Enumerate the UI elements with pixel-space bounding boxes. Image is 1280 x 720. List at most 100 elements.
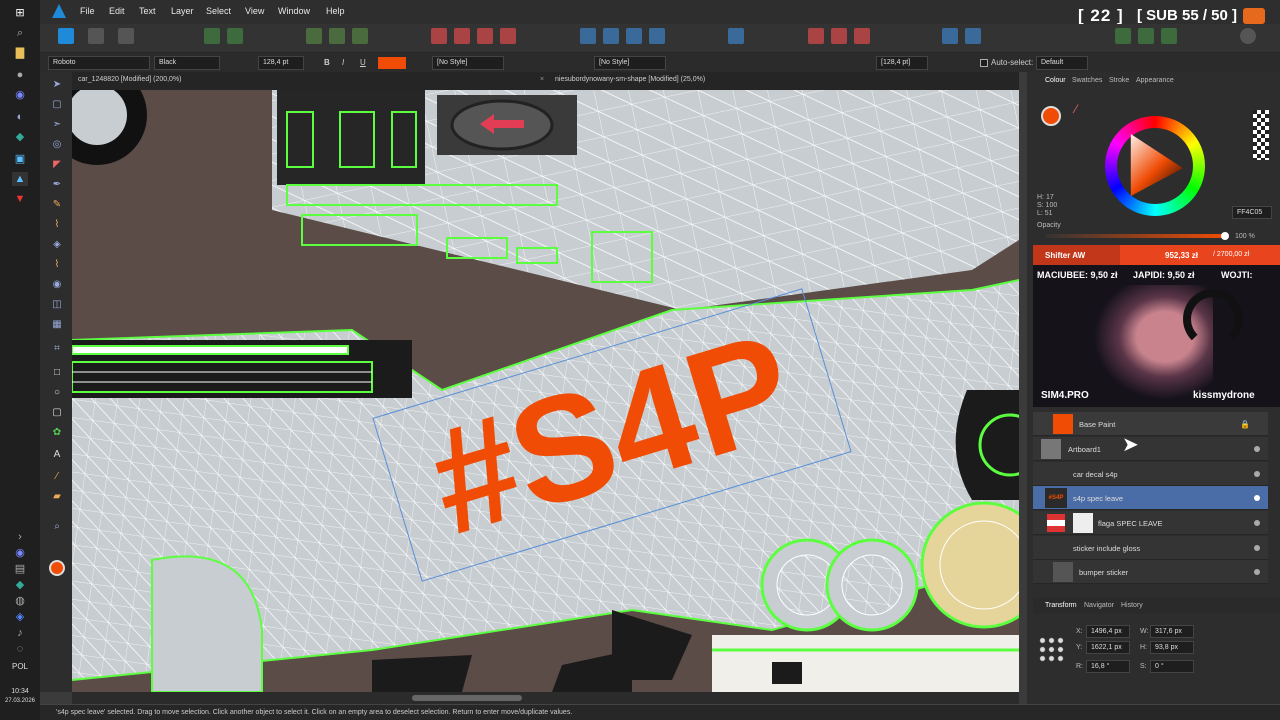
horizontal-scrollbar[interactable]: [72, 692, 1019, 704]
transform-icon[interactable]: [306, 28, 322, 44]
file-explorer-icon[interactable]: ▇: [12, 46, 28, 60]
insert-inside-icon[interactable]: [942, 28, 958, 44]
contour-tool-icon[interactable]: ◎: [50, 138, 64, 152]
tray-discord-icon[interactable]: ◉: [12, 546, 28, 560]
tray-icon[interactable]: ◆: [12, 578, 28, 592]
rectangle-tool-icon[interactable]: □: [50, 366, 64, 380]
boolean-add-icon[interactable]: [808, 28, 824, 44]
menu-file[interactable]: File: [80, 6, 95, 16]
boolean-subtract-icon[interactable]: [831, 28, 847, 44]
eyedropper-icon[interactable]: ⁄: [1075, 102, 1077, 116]
arrange-backward-icon[interactable]: [454, 28, 470, 44]
ellipse-tool-icon[interactable]: ○: [50, 386, 64, 400]
affinity-designer-icon[interactable]: ▲: [12, 172, 28, 186]
colour-wheel[interactable]: [1105, 116, 1205, 216]
font-style-select[interactable]: Black: [154, 56, 220, 70]
rounded-rectangle-tool-icon[interactable]: ▢: [50, 406, 64, 420]
rotate-left-icon[interactable]: [626, 28, 642, 44]
windows-start-icon[interactable]: ⊞: [12, 6, 28, 20]
tray-chevron-icon[interactable]: ›: [12, 530, 28, 544]
boolean-intersect-icon[interactable]: [854, 28, 870, 44]
fill-color-swatch[interactable]: [49, 560, 65, 576]
tab-car-document[interactable]: car_1248820 [Modified] (200,0%): [78, 76, 182, 83]
zoom-tool-icon[interactable]: ⌕: [50, 520, 64, 534]
font-size-field[interactable]: 128,4 pt: [258, 56, 304, 70]
opacity-slider-handle[interactable]: [1221, 232, 1229, 240]
visibility-dot[interactable]: [1254, 569, 1260, 575]
app-icon[interactable]: ◆: [12, 130, 28, 144]
design-canvas[interactable]: #S4P: [72, 90, 1019, 692]
crop-tool-icon[interactable]: ⌗: [50, 342, 64, 356]
app-icon[interactable]: ▣: [12, 152, 28, 166]
visibility-dot[interactable]: [1254, 495, 1260, 501]
tab-swatches[interactable]: Swatches: [1072, 77, 1102, 84]
width-field[interactable]: 317,6 px: [1150, 625, 1194, 638]
app-icon[interactable]: ●: [12, 68, 28, 82]
hex-field[interactable]: FF4C05: [1232, 206, 1272, 219]
transparency-tool-icon[interactable]: ◉: [50, 278, 64, 292]
app-icon[interactable]: ▼: [12, 192, 28, 206]
pencil-tool-icon[interactable]: ✎: [50, 198, 64, 212]
paint-brush-tool-icon[interactable]: ⌇: [50, 258, 64, 272]
visibility-dot[interactable]: [1254, 471, 1260, 477]
discord-icon[interactable]: ◉: [12, 88, 28, 102]
shape-tool-icon[interactable]: ✿: [50, 426, 64, 440]
tray-icon[interactable]: ▤: [12, 562, 28, 576]
insert-behind-icon[interactable]: [965, 28, 981, 44]
slice-tool-icon[interactable]: ▰: [50, 490, 64, 504]
account-icon[interactable]: [1240, 28, 1256, 44]
align-left-icon[interactable]: [728, 28, 744, 44]
menu-select[interactable]: Select: [206, 6, 231, 16]
arrange-forward-icon[interactable]: [477, 28, 493, 44]
vector-brush-tool-icon[interactable]: ⌇: [50, 218, 64, 232]
app-icon[interactable]: ◐: [12, 110, 28, 124]
visibility-dot[interactable]: [1254, 545, 1260, 551]
tab-close-icon[interactable]: ×: [540, 76, 544, 83]
visibility-dot[interactable]: [1254, 520, 1260, 526]
bold-button[interactable]: B: [324, 58, 330, 67]
character-style-select[interactable]: [No Style]: [432, 56, 504, 70]
menu-text[interactable]: Text: [139, 6, 156, 16]
arrange-back-icon[interactable]: [431, 28, 447, 44]
rotation-field[interactable]: 16,8 °: [1086, 660, 1130, 673]
place-image-icon[interactable]: ▦: [50, 318, 64, 332]
y-position-field[interactable]: 1622,1 px: [1086, 641, 1130, 654]
menu-edit[interactable]: Edit: [109, 6, 125, 16]
clock-time[interactable]: 10:34: [0, 688, 40, 695]
tray-icon[interactable]: ◍: [12, 594, 28, 608]
assistant-icon[interactable]: [1115, 28, 1131, 44]
layer-row-selected[interactable]: #S4P s4p spec leave: [1033, 486, 1268, 510]
tab-history[interactable]: History: [1121, 602, 1143, 609]
tab-transform[interactable]: Transform: [1045, 602, 1077, 609]
network-icon[interactable]: ◌: [12, 642, 28, 656]
tab-navigator[interactable]: Navigator: [1084, 602, 1114, 609]
layer-row[interactable]: Artboard1: [1033, 437, 1268, 461]
node-tool-icon[interactable]: ➣: [50, 118, 64, 132]
align-icon[interactable]: [329, 28, 345, 44]
view-mode-icon[interactable]: [1161, 28, 1177, 44]
tray-icon[interactable]: ◈: [12, 610, 28, 624]
anchor-selector[interactable]: [1038, 636, 1066, 664]
snapping-icon[interactable]: [227, 28, 243, 44]
pixel-persona-icon[interactable]: [88, 28, 104, 44]
arrange-front-icon[interactable]: [500, 28, 516, 44]
underline-button[interactable]: U: [360, 58, 366, 67]
language-indicator[interactable]: POL: [0, 662, 40, 671]
speaker-icon[interactable]: ♪: [12, 626, 28, 640]
visibility-dot[interactable]: [1254, 446, 1260, 452]
flip-vertical-icon[interactable]: [603, 28, 619, 44]
layer-row[interactable]: car decal s4p: [1033, 462, 1268, 486]
artboard-tool-icon[interactable]: ▢: [50, 98, 64, 112]
move-tool-icon[interactable]: ➤: [50, 78, 64, 92]
tab-shape-document[interactable]: niesubordynowany-sm-shape [Modified] (25…: [555, 76, 705, 83]
colour-presets[interactable]: [1253, 110, 1269, 160]
eyedropper-tool-icon[interactable]: ⁄: [50, 470, 64, 484]
designer-persona-icon[interactable]: [58, 28, 74, 44]
pen-tool-icon[interactable]: ✒: [50, 178, 64, 192]
auto-select-checkbox[interactable]: [980, 59, 988, 67]
height-field[interactable]: 93,8 px: [1150, 641, 1194, 654]
preferences-icon[interactable]: [1138, 28, 1154, 44]
auto-select-dropdown[interactable]: Default: [1036, 56, 1088, 70]
scrollbar-thumb[interactable]: [412, 695, 522, 701]
layer-row[interactable]: sticker include gloss: [1033, 536, 1268, 560]
